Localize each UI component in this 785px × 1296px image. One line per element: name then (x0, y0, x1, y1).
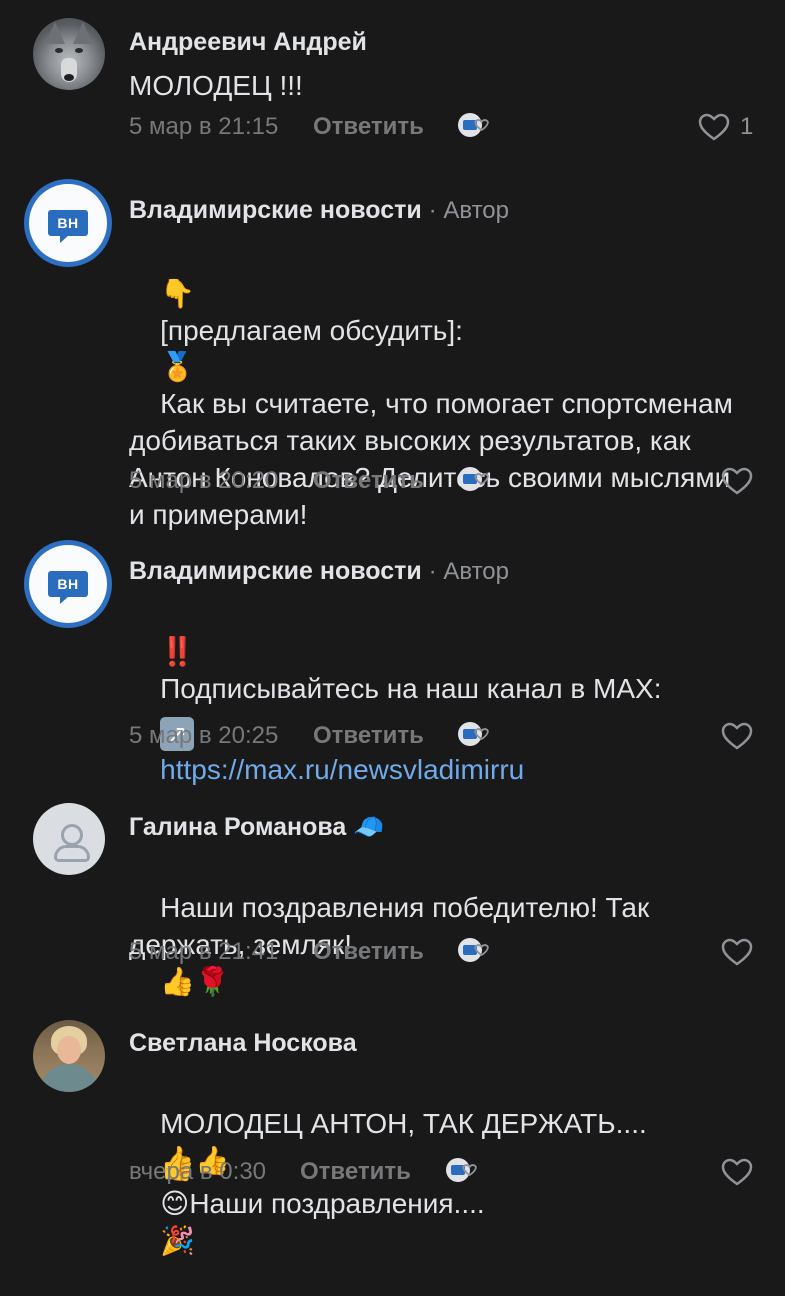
author-tag: · Автор (428, 558, 509, 585)
channel-link[interactable]: https://max.ru/newsvladimirru (160, 754, 524, 785)
like-button[interactable] (721, 721, 753, 751)
author-name[interactable]: Владимирские новости · Автор (129, 557, 509, 586)
medal-icon: 🏅 (160, 350, 195, 383)
reaction-icon[interactable] (455, 464, 495, 494)
reply-button[interactable]: Ответить (313, 722, 424, 750)
reaction-icon[interactable] (455, 935, 495, 965)
comment-text: 🏅 Как вы считаете, что помогает спортсме… (129, 350, 741, 530)
heart-icon (721, 467, 753, 495)
like-button[interactable] (721, 466, 753, 496)
reaction-icon[interactable] (455, 110, 495, 140)
comment-date: 5 мар в 20:25 (129, 722, 279, 749)
comment-date: 5 мар в 20:20 (129, 467, 279, 494)
party-popper-icon: 🎉 (160, 1224, 195, 1257)
comment-date: 5 мар в 21:41 (129, 938, 279, 965)
reply-button[interactable]: Ответить (300, 1158, 411, 1186)
author-tag: · Автор (428, 197, 509, 224)
heart-icon (721, 722, 753, 750)
avatar[interactable] (33, 18, 105, 90)
heart-icon (721, 938, 753, 966)
reaction-icon[interactable] (455, 719, 495, 749)
comment-text: 👍 😊Наши поздравления.... 🎉 (160, 1150, 485, 1257)
comment-date: 5 мар в 21:15 (129, 113, 279, 140)
comment-date: вчера в 0:30 (129, 1158, 267, 1185)
thumbs-up-rose-icon: 👍🌹 (160, 965, 230, 998)
avatar[interactable]: ВН (24, 540, 112, 628)
reply-button[interactable]: Ответить (313, 113, 424, 141)
vn-logo: ВН (48, 571, 88, 604)
reply-button[interactable]: Ответить (313, 938, 424, 966)
avatar[interactable] (33, 803, 105, 875)
point-down-icon: 👇 (160, 277, 195, 310)
smile-icon: 😊 (160, 1187, 190, 1220)
reaction-icon[interactable] (443, 1155, 483, 1185)
avatar[interactable]: ВН (24, 179, 112, 267)
like-button[interactable] (721, 1157, 753, 1187)
like-button[interactable] (721, 937, 753, 967)
like-count: 1 (740, 113, 754, 140)
reply-button[interactable]: Ответить (313, 467, 424, 495)
double-exclamation-icon: ‼️ (160, 635, 195, 668)
like-button[interactable]: 1 (698, 112, 753, 142)
comment-text: МОЛОДЕЦ !!! (129, 70, 303, 101)
author-name[interactable]: Андреевич Андрей (129, 28, 367, 57)
vn-logo: ВН (48, 210, 88, 243)
author-name[interactable]: Владимирские новости · Автор (129, 196, 509, 225)
author-name[interactable]: Светлана Носкова (129, 1029, 357, 1058)
heart-icon (721, 1158, 753, 1186)
captain-badge-icon: 🧢 (353, 812, 385, 841)
avatar[interactable] (33, 1020, 105, 1092)
author-name[interactable]: Галина Романова 🧢 (129, 812, 384, 842)
heart-icon (698, 113, 730, 141)
